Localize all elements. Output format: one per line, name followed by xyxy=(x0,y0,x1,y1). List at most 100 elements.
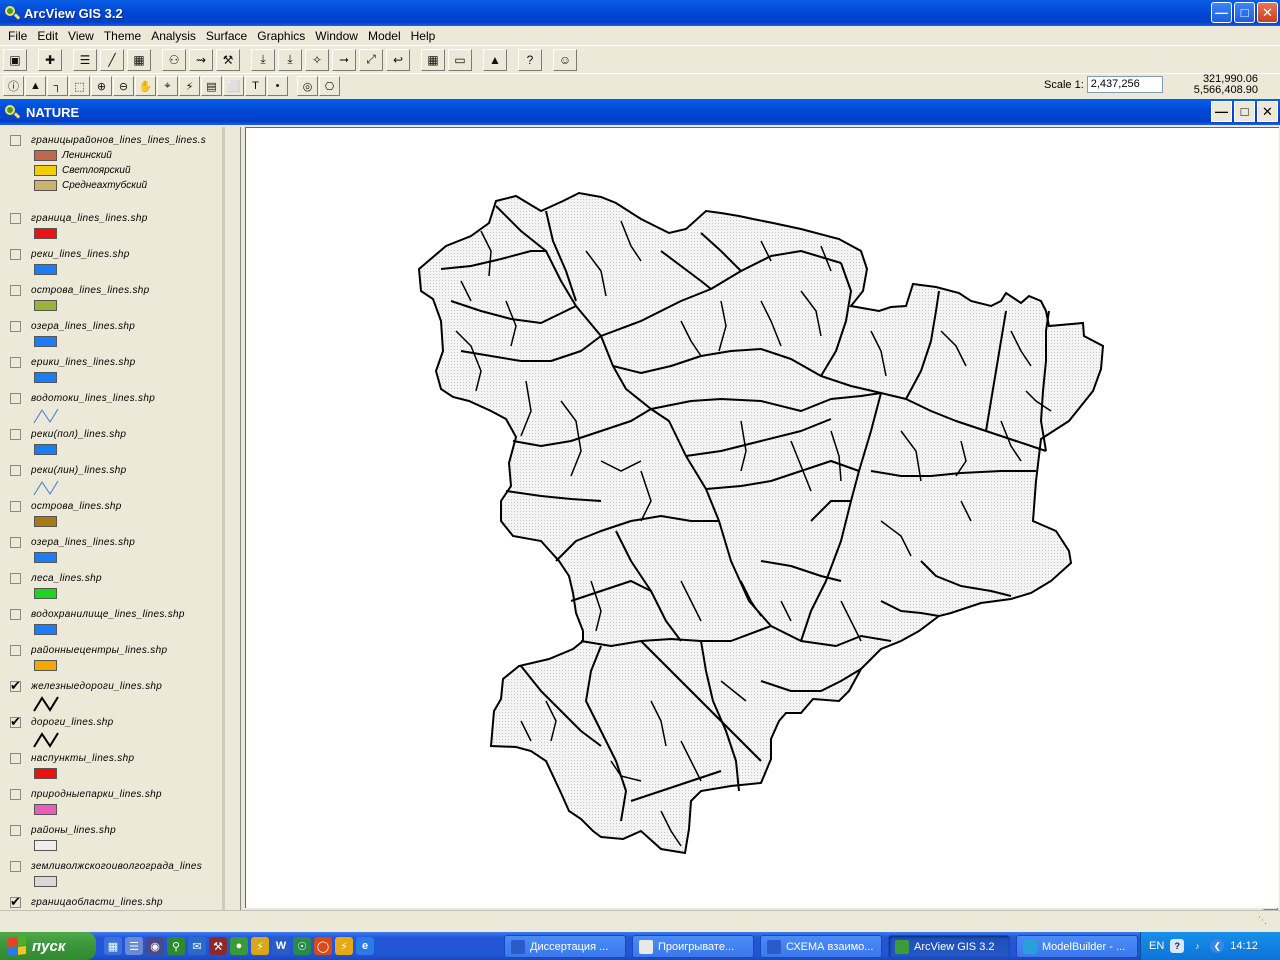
create-chart-button[interactable]: ▲ xyxy=(483,48,507,71)
theme-row[interactable]: граница_lines_lines.shp xyxy=(10,211,222,225)
theme-visibility-checkbox[interactable] xyxy=(10,608,21,620)
theme-name[interactable]: границаобласти_lines.shp xyxy=(31,897,163,908)
help-tray-icon[interactable]: ? xyxy=(1170,939,1185,953)
language-indicator[interactable]: EN xyxy=(1149,940,1164,952)
toc-theme[interactable]: водотоки_lines_lines.shp xyxy=(10,391,222,428)
pan-button[interactable]: ✋ xyxy=(135,76,156,96)
theme-row[interactable]: ерики_lines_lines.shp xyxy=(10,355,222,369)
open-table-button[interactable]: ▦ xyxy=(127,48,151,71)
theme-name[interactable]: ерики_lines_lines.shp xyxy=(31,357,135,368)
theme-name[interactable]: железныедороги_lines.shp xyxy=(31,681,162,692)
theme-name[interactable]: районы_lines.shp xyxy=(31,825,116,836)
menu-help[interactable]: Help xyxy=(406,29,441,43)
menu-file[interactable]: File xyxy=(3,29,32,43)
zoom-selected-button[interactable]: ✧ xyxy=(305,48,329,71)
theme-visibility-checkbox[interactable] xyxy=(10,536,21,548)
zoom-in-button[interactable]: ⊕ xyxy=(91,76,112,96)
theme-visibility-checkbox[interactable] xyxy=(10,716,21,728)
toc-theme[interactable]: леса_lines.shp xyxy=(10,571,222,600)
zoom-full-extent-button[interactable]: ⤓ xyxy=(251,48,275,71)
theme-visibility-checkbox[interactable] xyxy=(10,320,21,332)
menu-graphics[interactable]: Graphics xyxy=(252,29,310,43)
theme-row[interactable]: районы_lines.shp xyxy=(10,823,222,837)
resize-grip-icon[interactable]: ⋱ xyxy=(1258,915,1272,929)
search-quick-icon[interactable]: ⚲ xyxy=(167,937,185,955)
globe-quick-icon[interactable]: ☉ xyxy=(293,937,311,955)
vertex-edit-button[interactable]: ┐ xyxy=(47,76,68,96)
close-button[interactable]: ✕ xyxy=(1257,2,1278,23)
show-desktop-icon[interactable]: ▦ xyxy=(104,937,122,955)
theme-row[interactable]: водохранилище_lines_lines.shp xyxy=(10,607,222,621)
toc-divider[interactable] xyxy=(222,127,225,910)
map-canvas[interactable] xyxy=(246,128,1280,909)
theme-name[interactable]: острова_lines.shp xyxy=(31,501,122,512)
theme-name[interactable]: водохранилище_lines_lines.shp xyxy=(31,609,185,620)
theme-row[interactable]: границаобласти_lines.shp xyxy=(10,895,222,909)
theme-name[interactable]: леса_lines.shp xyxy=(31,573,102,584)
toc-theme[interactable]: озера_lines_lines.shp xyxy=(10,535,222,564)
theme-name[interactable]: реки(пол)_lines.shp xyxy=(31,429,126,440)
theme-row[interactable]: озера_lines_lines.shp xyxy=(10,319,222,333)
view-close-button[interactable]: ✕ xyxy=(1257,101,1278,122)
theme-visibility-checkbox[interactable] xyxy=(10,500,21,512)
thunder-quick-icon[interactable]: ⚡ xyxy=(335,937,353,955)
theme-row[interactable]: природныепарки_lines.shp xyxy=(10,787,222,801)
outlook-icon[interactable]: ✉ xyxy=(188,937,206,955)
theme-row[interactable]: земливолжскогоиволгограда_lines xyxy=(10,859,222,873)
save-button[interactable]: ▣ xyxy=(3,48,27,71)
zoom-out-fixed-button[interactable]: ⤢ xyxy=(359,48,383,71)
snap-general-button[interactable]: ⎔ xyxy=(319,76,340,96)
theme-name[interactable]: реки_lines_lines.shp xyxy=(31,249,130,260)
select-by-theme-button[interactable]: ▦ xyxy=(421,48,445,71)
clock[interactable]: 14:12 xyxy=(1230,940,1258,952)
theme-row[interactable]: реки(пол)_lines.shp xyxy=(10,427,222,441)
zoom-previous-button[interactable]: ↩ xyxy=(386,48,410,71)
toc-theme[interactable]: ерики_lines_lines.shp xyxy=(10,355,222,384)
theme-visibility-checkbox[interactable] xyxy=(10,572,21,584)
media-icon[interactable]: ◉ xyxy=(146,937,164,955)
theme-row[interactable]: границырайонов_lines_lines_lines.s xyxy=(10,133,222,147)
find-button[interactable]: ⚇ xyxy=(162,48,186,71)
bolt-quick-icon[interactable]: ⚡ xyxy=(251,937,269,955)
theme-row[interactable]: водотоки_lines_lines.shp xyxy=(10,391,222,405)
theme-name[interactable]: границырайонов_lines_lines_lines.s xyxy=(31,135,206,146)
app-quick-icon[interactable]: ● xyxy=(230,937,248,955)
theme-visibility-checkbox[interactable] xyxy=(10,788,21,800)
maximize-button[interactable]: □ xyxy=(1234,2,1255,23)
volume-tray-icon[interactable]: ♪ xyxy=(1190,939,1204,953)
help-button[interactable]: ? xyxy=(518,48,542,71)
theme-name[interactable]: нaспункты_lines.shp xyxy=(31,753,134,764)
theme-visibility-checkbox[interactable] xyxy=(10,680,21,692)
menu-model[interactable]: Model xyxy=(363,29,406,43)
label-button[interactable]: ⬜ xyxy=(223,76,244,96)
theme-row[interactable]: острова_lines_lines.shp xyxy=(10,283,222,297)
theme-visibility-checkbox[interactable] xyxy=(10,248,21,260)
theme-name[interactable]: озера_lines_lines.shp xyxy=(31,537,135,548)
toc-theme[interactable]: природныепарки_lines.shp xyxy=(10,787,222,816)
toc-theme[interactable]: нaспункты_lines.shp xyxy=(10,751,222,780)
identify-button[interactable]: ⓘ xyxy=(3,76,24,96)
theme-row[interactable]: железныедороги_lines.shp xyxy=(10,679,222,693)
menu-edit[interactable]: Edit xyxy=(32,29,63,43)
hotlink-button[interactable]: ☺ xyxy=(553,48,577,71)
hotlink-bolt-button[interactable]: ⚡ xyxy=(179,76,200,96)
theme-visibility-checkbox[interactable] xyxy=(10,356,21,368)
query-builder-button[interactable]: ⚒ xyxy=(216,48,240,71)
measure-button[interactable]: ⌖ xyxy=(157,76,178,96)
area-of-interest-button[interactable]: ▤ xyxy=(201,76,222,96)
clear-selection-button[interactable]: ▭ xyxy=(448,48,472,71)
zoom-active-themes-button[interactable]: ⤓ xyxy=(278,48,302,71)
explorer-icon[interactable]: ☰ xyxy=(125,937,143,955)
toc-theme[interactable]: границырайонов_lines_lines_lines.s Ленинс… xyxy=(10,133,222,192)
theme-row[interactable]: реки(лин)_lines.shp xyxy=(10,463,222,477)
taskbar-button[interactable]: Проигрывате... xyxy=(632,935,754,958)
scale-input[interactable]: 2,437,256 xyxy=(1086,76,1163,93)
zoom-in-fixed-button[interactable]: ⭢ xyxy=(332,48,356,71)
word-quick-icon[interactable]: W xyxy=(272,937,290,955)
theme-visibility-checkbox[interactable] xyxy=(10,644,21,656)
menu-window[interactable]: Window xyxy=(310,29,363,43)
theme-visibility-checkbox[interactable] xyxy=(10,896,21,908)
minimize-button[interactable]: — xyxy=(1211,2,1232,23)
toc-theme[interactable]: районы_lines.shp xyxy=(10,823,222,852)
toc-theme[interactable]: реки(лин)_lines.shp xyxy=(10,463,222,500)
